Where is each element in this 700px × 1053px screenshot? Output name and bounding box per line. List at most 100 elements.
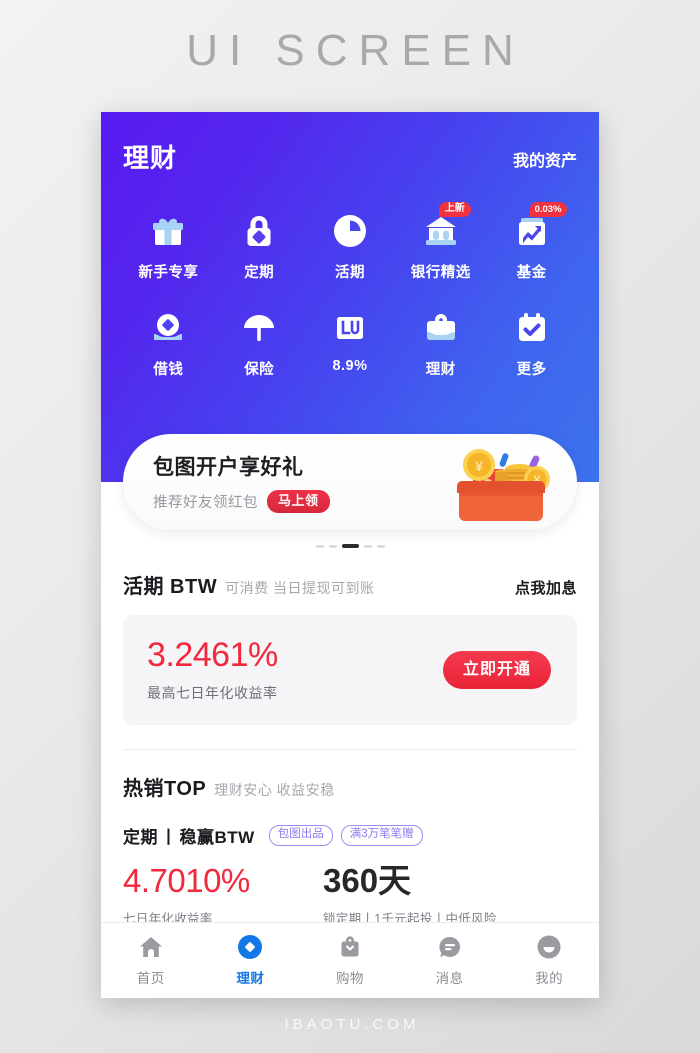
screen-title: 理财 (123, 143, 178, 173)
grid-item-label: 新手专享 (138, 265, 199, 281)
grid-item-fixed[interactable]: 定期 (214, 211, 305, 282)
promo-carousel: 包图开户享好礼 推荐好友领红包 马上领 ¥ ¥ (101, 434, 599, 548)
tab-profile[interactable]: 我的 (499, 934, 599, 987)
calendar-check-icon (512, 308, 552, 348)
site-watermark: IBAOTU.COM (284, 1016, 420, 1033)
carousel-dot[interactable] (328, 544, 337, 548)
product-term-value: 360天 (323, 862, 412, 899)
product-title-en: BTW (214, 828, 255, 847)
product-tag: 包图出品 (268, 824, 333, 847)
grid-item-label: 基金 (516, 265, 547, 281)
my-assets-link[interactable]: 我的资产 (513, 147, 577, 175)
promo-banner[interactable]: 包图开户享好礼 推荐好友领红包 马上领 ¥ ¥ (123, 434, 577, 530)
current-rate-caption: 最高七日年化收益率 (147, 684, 278, 701)
current-section-title-group: 活期 BTW 可消费 当日提现可到账 (123, 570, 374, 599)
grid-item-finance[interactable]: 理财 (395, 308, 486, 379)
grid-item-newbie[interactable]: 新手专享 (123, 211, 214, 282)
home-icon (138, 934, 164, 960)
product-separator: 丨 (160, 828, 178, 847)
grid-item-label: 定期 (244, 265, 275, 281)
product-stat-yield: 4.7010% 七日年化收益率 (123, 864, 323, 927)
hero-top-bar: 理财 我的资产 (123, 112, 577, 175)
grid-item-label: 保险 (244, 362, 275, 378)
tab-home[interactable]: 首页 (101, 934, 201, 987)
product-name: 定期丨稳赢BTW (123, 823, 255, 848)
section-divider (123, 749, 577, 750)
product-tag: 满3万笔笔赠 (340, 824, 423, 847)
grid-item-current[interactable]: 活期 (305, 211, 396, 282)
message-icon (437, 934, 463, 960)
hot-section-title-group: 热销TOP 理财安心 收益安稳 (123, 772, 335, 801)
treasure-box-icon: ¥ ¥ (449, 439, 553, 525)
lock-icon (239, 211, 279, 251)
tab-label: 消息 (435, 971, 464, 986)
status-badge: 0.03% (529, 202, 567, 217)
current-account-section: 活期 BTW 可消费 当日提现可到账 点我加息 3.2461% 最高七日年化收益… (101, 570, 599, 927)
grid-item-borrow[interactable]: 借钱 (123, 308, 214, 379)
gift-icon (148, 211, 188, 251)
clock-icon (330, 211, 370, 251)
profile-icon (536, 934, 562, 960)
product-title: 稳赢 (179, 828, 215, 847)
grid-item-label: 银行精选 (410, 265, 471, 281)
product-tags: 包图出品 满3万笔笔赠 (268, 824, 423, 847)
promo-claim-button[interactable]: 马上领 (267, 489, 330, 514)
grid-item-fund[interactable]: 0.03% 基金 (486, 202, 577, 282)
hot-section-header: 热销TOP 理财安心 收益安稳 (123, 772, 577, 801)
grid-item-label: 借钱 (153, 362, 184, 378)
grid-item-insurance[interactable]: 保险 (214, 308, 305, 379)
bank-icon (421, 211, 461, 251)
tab-finance[interactable]: 理财 (201, 934, 301, 987)
hand-coin-icon (148, 308, 188, 348)
grid-item-label: 更多 (516, 362, 547, 378)
grid-item-lu[interactable]: 8.9% (305, 308, 396, 379)
bottom-tab-bar: 首页 理财 购物 消息 我的 (101, 922, 599, 998)
current-rate-value: 3.2461% (147, 635, 278, 674)
boost-rate-link[interactable]: 点我加息 (515, 577, 577, 598)
svg-text:¥: ¥ (475, 458, 483, 474)
hero-section: 理财 我的资产 新手专享 定期 活期 上新 银行精选 0.03% 基金 借钱 保… (101, 112, 599, 482)
promo-sub-row: 推荐好友领红包 马上领 (153, 489, 449, 514)
product-stats: 4.7010% 七日年化收益率 360天 锁定期丨1千元起投丨中低风险 (123, 864, 577, 927)
promo-subtitle: 推荐好友领红包 (153, 495, 258, 511)
carousel-dot-active[interactable] (341, 544, 359, 548)
fund-chart-icon (512, 211, 552, 251)
promo-text: 包图开户享好礼 推荐好友领红包 马上领 (153, 451, 449, 514)
tab-shopping[interactable]: 购物 (300, 934, 400, 987)
tab-label: 首页 (136, 971, 165, 986)
status-badge: 上新 (438, 202, 471, 217)
current-section-header: 活期 BTW 可消费 当日提现可到账 点我加息 (123, 570, 577, 599)
bag-icon (337, 934, 363, 960)
current-rate-card[interactable]: 3.2461% 最高七日年化收益率 立即开通 (123, 615, 577, 725)
current-section-subtitle: 可消费 当日提现可到账 (225, 580, 375, 596)
promo-title: 包图开户享好礼 (153, 455, 304, 479)
finance-icon (237, 934, 263, 960)
carousel-dot[interactable] (363, 544, 372, 548)
hot-section-title: 热销TOP (123, 778, 207, 800)
hot-section-subtitle: 理财安心 收益安稳 (214, 782, 335, 798)
grid-item-more[interactable]: 更多 (486, 308, 577, 379)
grid-item-label: 理财 (425, 362, 456, 378)
page-title: UI SCREEN (186, 26, 525, 75)
phone-screen: 理财 我的资产 新手专享 定期 活期 上新 银行精选 0.03% 基金 借钱 保… (101, 112, 599, 998)
current-rate-block: 3.2461% 最高七日年化收益率 (147, 638, 278, 703)
grid-item-label: 活期 (334, 265, 365, 281)
carousel-dot[interactable] (315, 544, 324, 548)
tab-label: 购物 (335, 971, 364, 986)
carousel-dots[interactable] (123, 544, 577, 548)
grid-item-label: 8.9% (332, 358, 368, 374)
shortcut-grid: 新手专享 定期 活期 上新 银行精选 0.03% 基金 借钱 保险 8.9% 理… (123, 202, 577, 379)
product-yield-value: 4.7010% (123, 862, 250, 899)
grid-item-bank[interactable]: 上新 银行精选 (395, 202, 486, 282)
product-row[interactable]: 定期丨稳赢BTW 包图出品 满3万笔笔赠 (123, 823, 577, 848)
carousel-dot[interactable] (376, 544, 385, 548)
open-account-button[interactable]: 立即开通 (442, 650, 551, 690)
tab-label: 我的 (535, 971, 564, 986)
umbrella-icon (239, 308, 279, 348)
product-stat-term: 360天 锁定期丨1千元起投丨中低风险 (323, 864, 497, 927)
tab-label: 理财 (236, 971, 265, 986)
current-section-title: 活期 BTW (123, 576, 218, 598)
lu-logo-icon (330, 308, 370, 348)
product-type: 定期 (123, 828, 158, 847)
tab-message[interactable]: 消息 (400, 934, 500, 987)
